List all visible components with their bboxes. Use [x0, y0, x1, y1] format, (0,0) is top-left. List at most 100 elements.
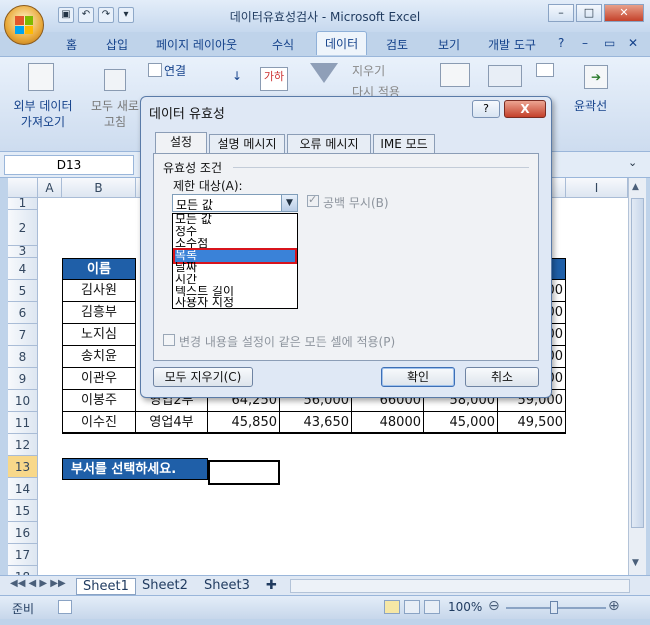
- external-data-label-2[interactable]: 가져오기: [8, 113, 78, 130]
- dropdown-option[interactable]: 사용자 지정: [175, 297, 295, 309]
- table-cell-name[interactable]: 노지심: [62, 324, 136, 346]
- table-cell-value[interactable]: 45,850: [208, 412, 280, 434]
- clear-filter-button[interactable]: 지우기: [352, 62, 385, 79]
- row-header[interactable]: 1: [8, 197, 38, 210]
- dialog-help-button[interactable]: ?: [472, 100, 500, 118]
- zoom-level[interactable]: 100%: [448, 600, 482, 614]
- tab-view[interactable]: 보기: [438, 36, 460, 53]
- name-box[interactable]: D13: [4, 155, 134, 175]
- combo-arrow-icon[interactable]: ▼: [281, 195, 297, 211]
- maximize-button[interactable]: □: [576, 4, 602, 22]
- outline-label[interactable]: 윤곽선: [574, 97, 607, 114]
- row-header[interactable]: 15: [8, 500, 38, 522]
- table-cell-value[interactable]: 49,500: [498, 412, 566, 434]
- select-all-corner[interactable]: [8, 178, 38, 198]
- row-header[interactable]: 4: [8, 258, 38, 280]
- minimize-button[interactable]: –: [548, 4, 574, 22]
- row-header[interactable]: 10: [8, 390, 38, 412]
- table-cell-dept[interactable]: 영업4부: [136, 412, 208, 434]
- tab-data[interactable]: 데이터: [316, 31, 368, 55]
- row-header[interactable]: 17: [8, 544, 38, 566]
- sheet-nav-icons[interactable]: ◀◀ ◀ ▶ ▶▶: [10, 578, 66, 589]
- dropdown-option[interactable]: 날짜: [175, 262, 295, 274]
- zoom-slider-thumb[interactable]: [550, 601, 558, 614]
- row-header[interactable]: 6: [8, 302, 38, 324]
- help-icon[interactable]: ?: [558, 36, 564, 50]
- ok-button[interactable]: 확인: [381, 367, 455, 387]
- connections-button[interactable]: 연결: [164, 62, 186, 79]
- office-button[interactable]: [4, 5, 44, 45]
- row-header[interactable]: 16: [8, 522, 38, 544]
- zoom-out-icon[interactable]: ⊖: [488, 598, 500, 614]
- tab-insert[interactable]: 삽입: [106, 36, 128, 53]
- zoom-in-icon[interactable]: ⊕: [608, 598, 620, 614]
- ribbon-minimize-icon[interactable]: –: [582, 36, 588, 50]
- remove-duplicates-icon[interactable]: [488, 65, 522, 87]
- column-header-a[interactable]: A: [38, 178, 62, 198]
- table-cell-name[interactable]: 송치윤: [62, 346, 136, 368]
- table-cell-name[interactable]: 이봉주: [62, 390, 136, 412]
- dialog-tab-input-message[interactable]: 설명 메시지: [209, 134, 285, 154]
- refresh-label-2[interactable]: 고침: [84, 113, 146, 130]
- sort-dialog-icon[interactable]: 가하: [260, 67, 288, 91]
- table-cell-name[interactable]: 김흥부: [62, 302, 136, 324]
- tab-review[interactable]: 검토: [386, 36, 408, 53]
- dropdown-option[interactable]: 시간: [175, 274, 295, 286]
- table-cell-value[interactable]: 45,000: [424, 412, 498, 434]
- ribbon-restore-icon[interactable]: ▭: [604, 36, 615, 50]
- row-header[interactable]: 8: [8, 346, 38, 368]
- scroll-down-icon[interactable]: ▼: [632, 558, 639, 568]
- table-cell-name[interactable]: 이관우: [62, 368, 136, 390]
- dialog-tab-settings[interactable]: 설정: [155, 132, 207, 154]
- page-layout-view-icon[interactable]: [404, 600, 420, 614]
- sort-icon[interactable]: ↓: [232, 69, 242, 83]
- dropdown-option[interactable]: 소수점: [175, 238, 295, 250]
- allow-combo[interactable]: 모든 값 ▼: [172, 194, 298, 212]
- active-cell-d13[interactable]: [208, 460, 280, 485]
- tab-formulas[interactable]: 수식: [272, 36, 294, 53]
- cancel-button[interactable]: 취소: [465, 367, 539, 387]
- horizontal-scrollbar[interactable]: [290, 579, 630, 593]
- vertical-scrollbar[interactable]: ▲ ▼: [628, 178, 646, 575]
- apply-all-checkbox[interactable]: [163, 334, 175, 346]
- sheet-tab-3[interactable]: Sheet3: [204, 578, 250, 593]
- external-data-label-1[interactable]: 외부 데이터: [8, 97, 78, 114]
- row-header[interactable]: 12: [8, 434, 38, 456]
- insert-sheet-icon[interactable]: ✚: [266, 578, 277, 593]
- table-cell-name[interactable]: 이수진: [62, 412, 136, 434]
- dialog-tab-ime-mode[interactable]: IME 모드: [373, 134, 435, 154]
- text-to-columns-icon[interactable]: [440, 63, 470, 87]
- table-cell-value[interactable]: 48000: [352, 412, 424, 434]
- column-header-i[interactable]: I: [566, 178, 628, 198]
- table-cell-name[interactable]: 김사원: [62, 280, 136, 302]
- tab-page-layout[interactable]: 페이지 레이아웃: [156, 36, 237, 53]
- ribbon-close-icon[interactable]: ✕: [628, 36, 638, 50]
- row-header[interactable]: 5: [8, 280, 38, 302]
- row-header[interactable]: 13: [8, 456, 38, 478]
- row-header[interactable]: 2: [8, 210, 38, 246]
- close-button[interactable]: ✕: [604, 4, 644, 22]
- row-header[interactable]: 7: [8, 324, 38, 346]
- row-header[interactable]: 18: [8, 566, 38, 575]
- data-validation-icon[interactable]: [536, 63, 554, 77]
- scroll-thumb[interactable]: [631, 198, 644, 528]
- scroll-up-icon[interactable]: ▲: [632, 182, 639, 192]
- row-header[interactable]: 9: [8, 368, 38, 390]
- dropdown-option-selected[interactable]: 목록: [173, 248, 297, 264]
- normal-view-icon[interactable]: [384, 600, 400, 614]
- page-break-view-icon[interactable]: [424, 600, 440, 614]
- row-header[interactable]: 11: [8, 412, 38, 434]
- macro-record-icon[interactable]: [58, 600, 72, 614]
- dropdown-option[interactable]: 모든 값: [175, 214, 295, 226]
- tab-home[interactable]: 홈: [66, 36, 77, 53]
- table-cell-value[interactable]: 43,650: [280, 412, 352, 434]
- outline-icon[interactable]: ➔: [584, 65, 608, 89]
- dialog-close-button[interactable]: X: [504, 100, 546, 118]
- sheet-tab-2[interactable]: Sheet2: [142, 578, 188, 593]
- expand-formula-icon[interactable]: ⌄: [628, 156, 637, 169]
- row-header[interactable]: 3: [8, 245, 38, 258]
- clear-all-button[interactable]: 모두 지우기(C): [153, 367, 253, 387]
- dialog-tab-error-alert[interactable]: 오류 메시지: [287, 134, 371, 154]
- filter-icon[interactable]: [310, 63, 338, 83]
- dropdown-option[interactable]: 정수: [175, 226, 295, 238]
